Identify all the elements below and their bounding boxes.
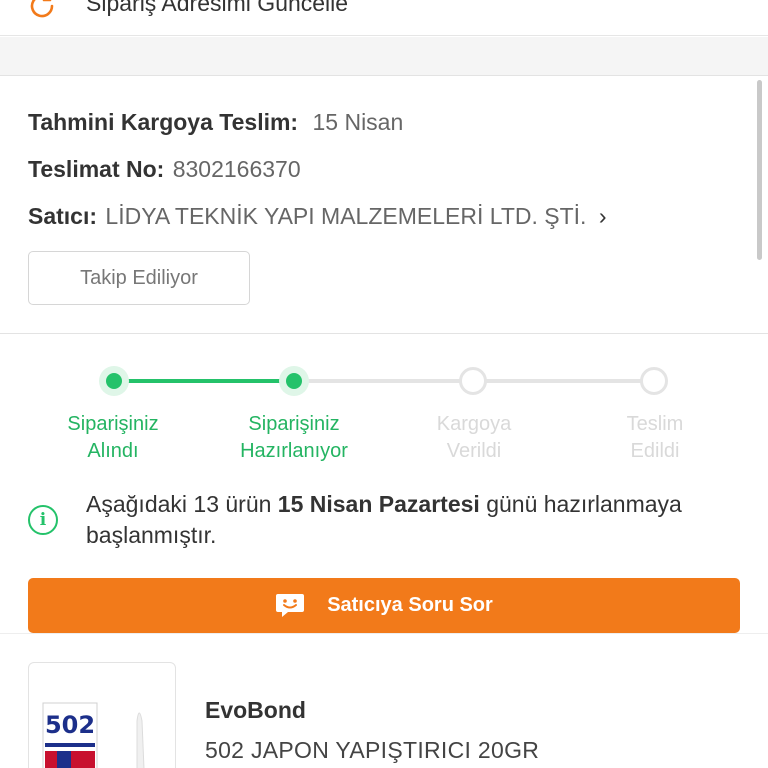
step-label-line: Edildi	[630, 440, 680, 462]
update-address-row[interactable]: Sipariş Adresimi Güncelle	[0, 0, 768, 36]
step-label-line: Kargoya	[436, 413, 512, 435]
step-label-delivered: Teslim Edildi	[570, 411, 740, 465]
ask-seller-label: Satıcıya Soru Sor	[327, 594, 493, 616]
seller-link[interactable]: LİDYA TEKNİK YAPI MALZEMELERİ LTD. ŞTİ.	[105, 203, 586, 229]
seller-label: Satıcı:	[28, 203, 98, 229]
progress-line-done	[114, 379, 294, 383]
product-brand[interactable]: EvoBond	[205, 697, 306, 724]
step-label-line: Hazırlanıyor	[240, 440, 348, 462]
step-label-line: Siparişiniz	[248, 413, 340, 435]
step-label-line: Verildi	[446, 440, 502, 462]
step-label-shipped: Kargoya Verildi	[389, 411, 559, 465]
chevron-right-icon: ›	[598, 203, 607, 229]
step-dot-delivered	[640, 367, 668, 395]
delivery-number-value: 8302166370	[172, 156, 301, 182]
step-dot-received	[99, 366, 129, 396]
estimated-delivery-label: Tahmini Kargoya Teslim:	[28, 109, 299, 135]
notice-text-pre: Aşağıdaki 13 ürün	[86, 491, 278, 517]
product-image[interactable]: 502	[28, 662, 176, 768]
chat-smile-icon	[276, 593, 305, 617]
step-label-received: Siparişiniz Alındı	[28, 411, 198, 465]
info-icon: i	[28, 505, 58, 535]
step-label-line: Siparişiniz	[67, 413, 159, 435]
card-separator	[0, 633, 768, 634]
seller-row[interactable]: Satıcı: LİDYA TEKNİK YAPI MALZEMELERİ LT…	[28, 203, 607, 230]
ask-seller-button[interactable]: Satıcıya Soru Sor	[28, 578, 740, 633]
step-label-preparing: Siparişiniz Hazırlanıyor	[209, 411, 379, 465]
step-dot-preparing	[279, 366, 309, 396]
product-name[interactable]: 502 JAPON YAPIŞTIRICI 20GR	[205, 737, 539, 764]
refresh-icon	[30, 0, 54, 18]
step-label-line: Teslim	[626, 413, 684, 435]
notice-date: 15 Nisan Pazartesi	[277, 491, 480, 517]
estimated-delivery: Tahmini Kargoya Teslim: 15 Nisan	[28, 109, 403, 136]
divider	[0, 333, 768, 334]
product-image-label: 502	[45, 711, 95, 739]
delivery-number-label: Teslimat No:	[28, 156, 165, 182]
preparation-notice: Aşağıdaki 13 ürün 15 Nisan Pazartesi gün…	[86, 489, 746, 551]
step-dot-shipped	[459, 367, 487, 395]
glue-bottle-image: 502	[42, 702, 145, 768]
update-address-label: Sipariş Adresimi Güncelle	[86, 0, 349, 16]
delivery-number: Teslimat No: 8302166370	[28, 156, 301, 183]
step-label-line: Alındı	[87, 440, 139, 462]
estimated-delivery-value: 15 Nisan	[312, 109, 404, 135]
follow-button[interactable]: Takip Ediliyor	[28, 251, 250, 305]
section-gap	[0, 37, 768, 76]
scrollbar[interactable]	[757, 80, 762, 260]
